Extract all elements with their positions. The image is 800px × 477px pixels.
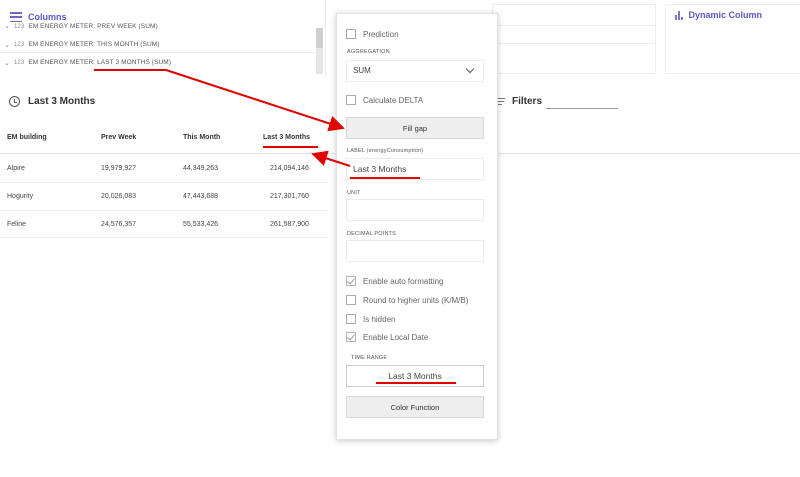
annotation-arrows [165, 69, 351, 167]
arrow-to-label [165, 69, 345, 132]
arrow-to-header [311, 150, 351, 167]
